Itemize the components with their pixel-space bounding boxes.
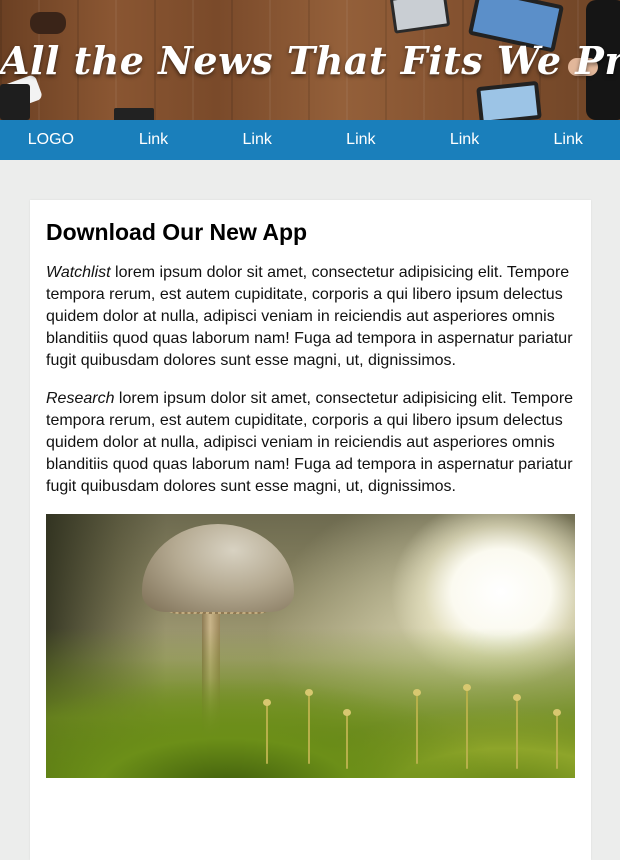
tablet-image	[389, 0, 451, 34]
moss-sprout	[263, 699, 271, 764]
hero-banner: All the News That Fits We Print!	[0, 0, 620, 120]
moss-sprout	[343, 709, 351, 769]
main-nav: LOGO Link Link Link Link Link	[0, 120, 620, 160]
tablet-image	[476, 80, 542, 120]
phone-image	[0, 84, 30, 120]
paragraph-emphasis: Watchlist	[46, 264, 111, 281]
moss-sprout	[513, 694, 521, 769]
moss-ground	[46, 628, 575, 778]
article-paragraph: Research lorem ipsum dolor sit amet, con…	[46, 388, 575, 498]
paragraph-text: lorem ipsum dolor sit amet, consectetur …	[46, 264, 573, 369]
paragraph-emphasis: Research	[46, 390, 115, 407]
nav-link-2[interactable]: Link	[205, 131, 309, 149]
nav-link-1[interactable]: Link	[102, 131, 206, 149]
moss-sprout	[305, 689, 313, 764]
nav-link-3[interactable]: Link	[309, 131, 413, 149]
nav-link-4[interactable]: Link	[413, 131, 517, 149]
moss-sprout	[463, 684, 471, 769]
nav-link-5[interactable]: Link	[516, 131, 620, 149]
moss-sprout	[553, 709, 561, 769]
article-card: Download Our New App Watchlist lorem ips…	[30, 200, 591, 860]
paragraph-text: lorem ipsum dolor sit amet, consectetur …	[46, 390, 574, 495]
article-paragraph: Watchlist lorem ipsum dolor sit amet, co…	[46, 262, 575, 372]
moss-sprout	[413, 689, 421, 764]
site-tagline: All the News That Fits We Print!	[0, 38, 620, 83]
article-heading: Download Our New App	[46, 219, 308, 245]
hand-image	[30, 12, 66, 34]
nav-logo-link[interactable]: LOGO	[0, 131, 102, 149]
mushroom-photo	[46, 514, 575, 778]
phone-image	[114, 108, 154, 120]
